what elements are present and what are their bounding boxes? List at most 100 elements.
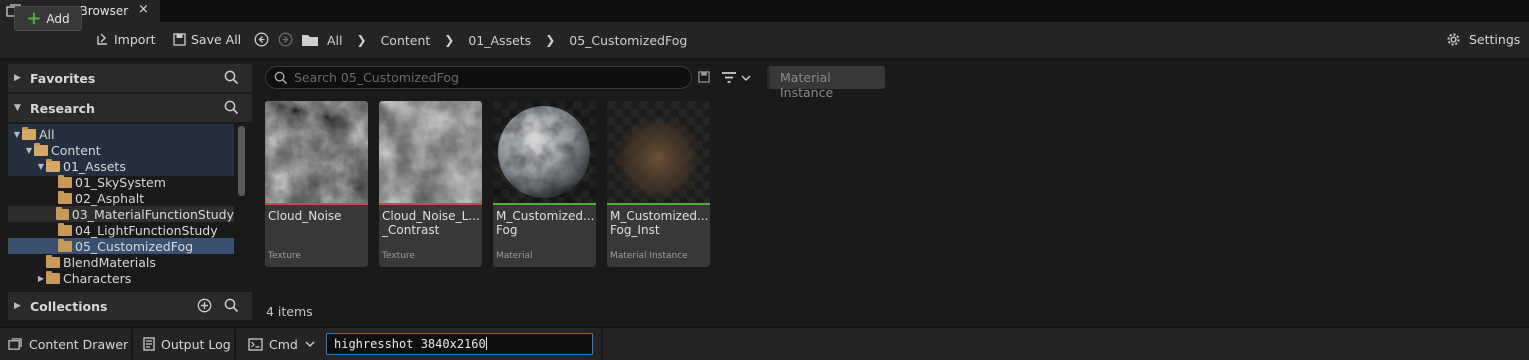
import-label: Import <box>114 32 156 47</box>
tree-item[interactable]: 04_LightFunctionStudy <box>8 222 234 238</box>
add-button[interactable]: + Add <box>14 6 82 31</box>
chevron-right-icon[interactable]: ❯ <box>357 33 367 47</box>
breadcrumb-01-assets[interactable]: 01_Assets <box>468 33 531 48</box>
collapse-arrow-icon: ▼ <box>14 103 21 113</box>
tree-item-label: 02_Asphalt <box>75 190 145 206</box>
asset-card[interactable]: Cloud_Noise Texture <box>265 101 368 267</box>
search-icon <box>274 71 288 85</box>
search-input[interactable]: Search 05_CustomizedFog <box>265 66 692 89</box>
cmd-label: Cmd <box>269 336 298 352</box>
collapse-arrow-icon[interactable]: ▼ <box>36 162 46 171</box>
back-icon[interactable] <box>254 32 269 47</box>
asset-card[interactable]: M_Customized... Fog Material <box>493 101 596 267</box>
gear-icon <box>1446 32 1461 47</box>
asset-type: Texture <box>268 251 301 261</box>
breadcrumb-content[interactable]: Content <box>381 33 431 48</box>
save-all-label: Save All <box>191 32 242 47</box>
separator <box>601 329 603 359</box>
content-drawer-button[interactable]: Content Drawer <box>8 329 128 359</box>
cmd-dropdown[interactable]: Cmd <box>248 329 315 359</box>
folder-open-icon <box>22 126 36 140</box>
collapse-arrow-icon[interactable]: ▼ <box>24 146 34 155</box>
asset-card[interactable]: M_Customized... Fog_Inst Material Instan… <box>607 101 710 267</box>
tree-item[interactable]: ▼ 01_Assets <box>8 158 234 174</box>
plus-icon: + <box>26 7 42 29</box>
text-cursor <box>485 337 487 350</box>
asset-type: Material Instance <box>610 251 688 261</box>
expand-arrow-icon[interactable]: ▶ <box>36 274 46 283</box>
tree-item-label: Content <box>51 142 101 158</box>
breadcrumb-all[interactable]: All <box>327 33 343 48</box>
asset-thumbnail <box>265 101 368 203</box>
separator <box>131 329 133 359</box>
console-command-input[interactable]: highresshot 3840x2160 <box>326 333 593 355</box>
search-placeholder: Search 05_CustomizedFog <box>294 70 459 85</box>
save-all-button[interactable]: Save All <box>173 32 241 47</box>
content-drawer-icon <box>8 337 23 351</box>
forward-icon[interactable] <box>278 32 293 47</box>
tree-item-label: BlendMaterials <box>63 254 156 270</box>
tree-scrollbar[interactable] <box>238 126 245 196</box>
search-icon[interactable] <box>224 70 239 85</box>
separator <box>234 329 236 359</box>
folder-icon[interactable] <box>301 33 319 47</box>
collapse-arrow-icon[interactable]: ▼ <box>12 130 22 139</box>
asset-thumbnail <box>607 101 710 203</box>
terminal-icon <box>248 337 263 351</box>
asset-name: M_Customized... Fog <box>496 209 595 237</box>
tree-item[interactable]: ▶ Characters <box>8 270 234 286</box>
collections-header[interactable]: ▶ Collections <box>8 292 252 320</box>
chevron-down-icon <box>741 74 751 82</box>
add-collection-icon[interactable] <box>197 298 212 313</box>
asset-name: Cloud_Noise <box>268 209 342 223</box>
tree-item-label: 01_SkySystem <box>75 174 166 190</box>
import-icon <box>96 33 109 46</box>
settings-button[interactable]: Settings <box>1446 32 1520 47</box>
folder-icon <box>46 254 60 268</box>
tree-item[interactable]: 01_SkySystem <box>8 174 234 190</box>
research-header[interactable]: ▼ Research <box>8 94 252 122</box>
tree-item[interactable]: 02_Asphalt <box>8 190 234 206</box>
tree-item-label: Characters <box>63 270 132 286</box>
add-label: Add <box>46 11 70 26</box>
collections-label: Collections <box>30 298 108 314</box>
filter-dropdown[interactable] <box>721 71 751 84</box>
tree-item[interactable]: 03_MaterialFunctionStudy <box>8 206 234 222</box>
chevron-down-icon <box>305 340 315 348</box>
breadcrumb: All ❯ Content ❯ 01_Assets ❯ 05_Customize… <box>327 32 687 48</box>
tree-item[interactable]: ▼ Content <box>8 142 234 158</box>
filter-icon <box>721 71 737 84</box>
save-icon <box>173 33 186 46</box>
command-text: highresshot 3840x2160 <box>334 337 486 351</box>
favorites-header[interactable]: ▶ Favorites <box>8 64 252 92</box>
output-log-button[interactable]: Output Log <box>143 329 231 359</box>
filter-chip-material-instance[interactable]: Material Instance <box>767 66 885 100</box>
asset-type-bar <box>265 203 368 205</box>
tree-item[interactable]: 05_CustomizedFog <box>8 238 234 254</box>
breadcrumb-05-customizedfog[interactable]: 05_CustomizedFog <box>569 33 687 48</box>
tree-item[interactable]: BlendMaterials <box>8 254 234 270</box>
item-count: 4 items <box>266 304 313 319</box>
search-icon[interactable] <box>224 298 239 313</box>
research-label: Research <box>30 100 95 116</box>
close-tab-icon[interactable]: × <box>138 2 149 17</box>
content-drawer-label: Content Drawer <box>29 336 129 352</box>
save-search-icon[interactable] <box>698 71 710 83</box>
search-icon[interactable] <box>224 100 239 115</box>
chevron-right-icon[interactable]: ❯ <box>545 33 555 47</box>
chevron-right-icon[interactable]: ❯ <box>444 33 454 47</box>
folder-icon <box>58 238 72 252</box>
expand-arrow-icon: ▶ <box>14 73 21 83</box>
import-button[interactable]: Import <box>96 32 156 47</box>
asset-type-bar <box>379 203 482 205</box>
asset-card[interactable]: Cloud_Noise_L... _Contrast Texture <box>379 101 482 267</box>
folder-icon <box>46 270 60 284</box>
output-log-label: Output Log <box>161 336 231 352</box>
folder-icon <box>58 222 72 236</box>
tree-item-label: 03_MaterialFunctionStudy <box>71 206 234 222</box>
folder-open-icon <box>46 158 60 172</box>
tree-item-label: All <box>39 126 55 142</box>
tree-item[interactable]: ▼ All <box>8 126 234 142</box>
asset-type: Texture <box>382 251 415 261</box>
output-log-icon <box>143 337 155 351</box>
